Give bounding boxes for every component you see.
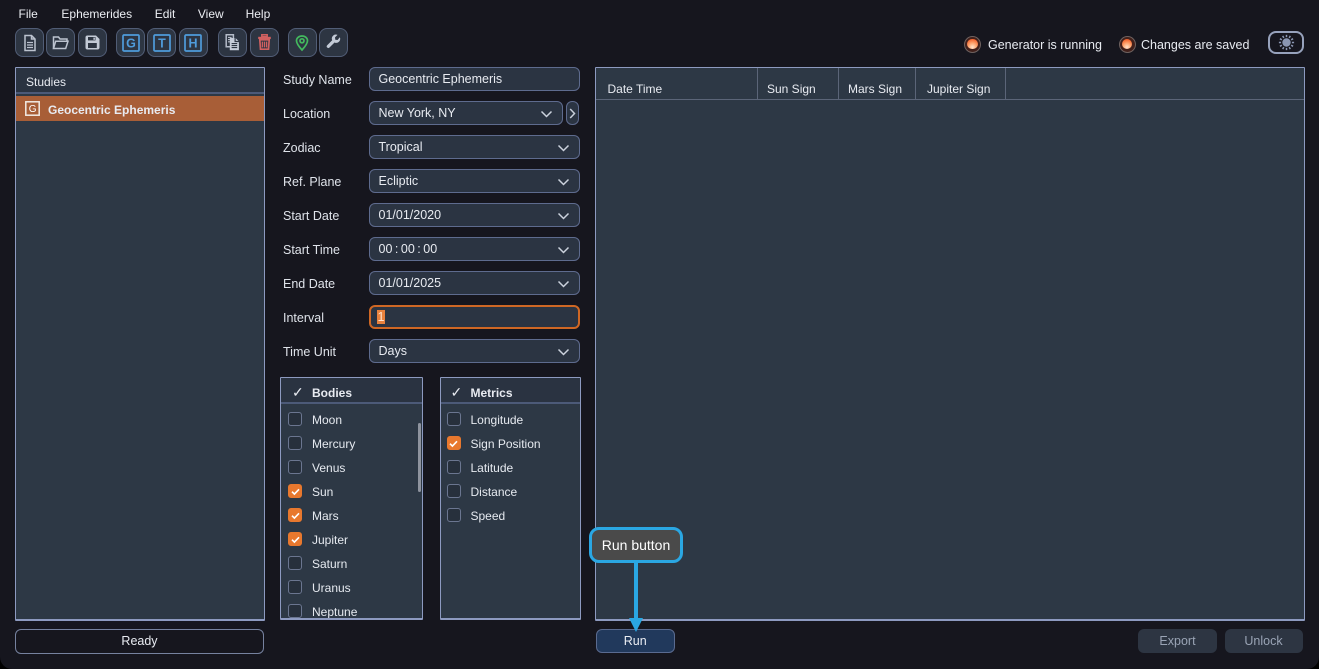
- svg-text:T: T: [158, 36, 166, 50]
- svg-text:H: H: [189, 36, 198, 50]
- svg-text:G: G: [126, 36, 136, 50]
- svg-text:G: G: [28, 104, 36, 115]
